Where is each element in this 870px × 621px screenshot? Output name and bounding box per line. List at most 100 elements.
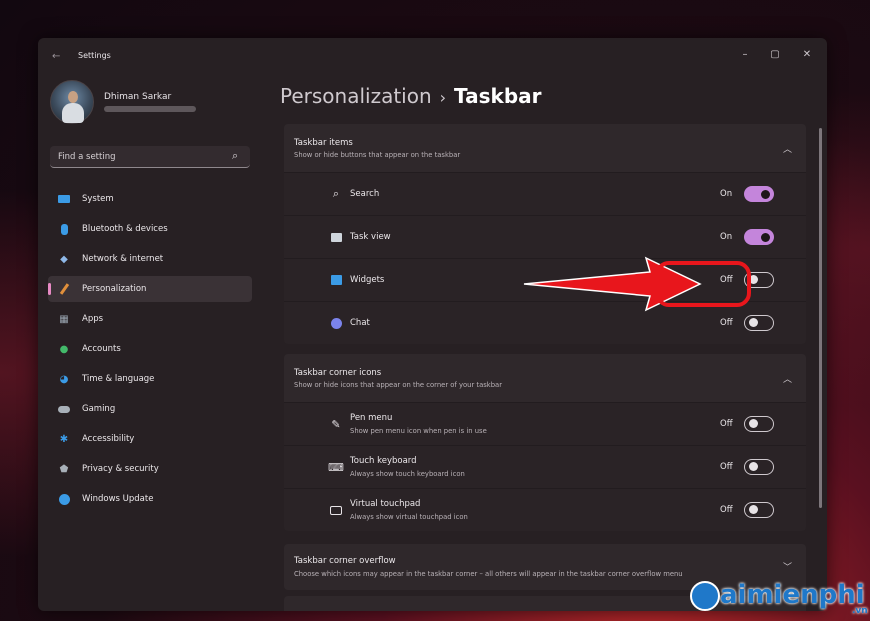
highlight-ring [655, 261, 751, 307]
toggle-knob [749, 318, 758, 327]
setting-row-virtual-touchpad: Virtual touchpad Always show virtual tou… [284, 488, 806, 531]
chevron-up-icon[interactable]: ︿ [783, 142, 792, 155]
row-label: Search [350, 189, 380, 199]
toggle-state: Off [720, 462, 733, 472]
row-description: Show pen menu icon when pen is in use [350, 427, 487, 435]
toggle-knob [761, 189, 770, 199]
wifi-icon: ◆ [60, 253, 68, 265]
row-label: Touch keyboard [350, 456, 417, 466]
sidebar-item-system[interactable]: System [48, 186, 252, 212]
setting-row-touch-keyboard: ⌨ Touch keyboard Always show touch keybo… [284, 445, 806, 488]
section-subtitle: Show or hide buttons that appear on the … [294, 151, 461, 159]
watermark: aimienphi .vn [690, 580, 868, 616]
sidebar-item-privacy[interactable]: ⬟ Privacy & security [48, 456, 252, 482]
search-input[interactable]: Find a setting ⌕ [50, 146, 250, 168]
touchpad-icon [328, 502, 344, 518]
sidebar-item-label: System [82, 194, 114, 204]
sidebar-item-network[interactable]: ◆ Network & internet [48, 246, 252, 272]
setting-row-search: ⌕ Search On [284, 172, 806, 215]
sidebar-item-accounts[interactable]: ● Accounts [48, 336, 252, 362]
setting-row-chat: Chat Off [284, 301, 806, 344]
brush-icon [58, 283, 70, 295]
person-icon: ● [59, 343, 69, 355]
taskbar-items-section: Taskbar items Show or hide buttons that … [284, 124, 806, 344]
section-title: Taskbar corner icons [294, 368, 382, 378]
sidebar-item-label: Bluetooth & devices [82, 224, 168, 234]
sidebar-item-gaming[interactable]: Gaming [48, 396, 252, 422]
row-label: Task view [350, 232, 391, 242]
page-title: Taskbar [454, 84, 542, 108]
widgets-icon [328, 272, 344, 288]
profile-email-blurred [104, 106, 196, 112]
sidebar-nav: System Bluetooth & devices ◆ Network & i… [48, 186, 252, 516]
sidebar-item-label: Personalization [82, 284, 147, 294]
keyboard-icon: ⌨ [328, 460, 344, 474]
corner-icons-header[interactable]: Taskbar corner icons Show or hide icons … [284, 354, 806, 402]
taskbar-items-header[interactable]: Taskbar items Show or hide buttons that … [284, 124, 806, 172]
avatar-head-shape [68, 91, 78, 103]
window-title: Settings [78, 51, 111, 60]
virtual-touchpad-toggle[interactable] [744, 502, 774, 518]
accessibility-icon: ✱ [59, 433, 69, 445]
watermark-text: aimienphi [720, 580, 865, 610]
back-arrow-icon[interactable]: ← [52, 51, 60, 62]
sidebar-item-label: Privacy & security [82, 464, 159, 474]
avatar [50, 80, 94, 124]
pen-menu-toggle[interactable] [744, 416, 774, 432]
row-label: Pen menu [350, 413, 393, 423]
chevron-down-icon[interactable]: ﹀ [783, 560, 792, 573]
section-title: Taskbar items [294, 138, 353, 148]
sidebar-item-time-language[interactable]: ◕ Time & language [48, 366, 252, 392]
chat-icon [328, 315, 344, 331]
avatar-body-shape [62, 103, 84, 123]
system-icon [58, 193, 70, 205]
section-subtitle: Show or hide icons that appear on the co… [294, 381, 503, 389]
row-label: Virtual touchpad [350, 499, 421, 509]
section-subtitle: Choose which icons may appear in the tas… [294, 570, 683, 578]
chat-toggle[interactable] [744, 315, 774, 331]
toggle-knob [761, 232, 770, 242]
chevron-up-icon[interactable]: ︿ [783, 372, 792, 385]
section-title: Taskbar corner overflow [294, 556, 396, 566]
sidebar-item-label: Network & internet [82, 254, 164, 264]
toggle-knob [749, 419, 758, 428]
row-label: Chat [350, 318, 370, 328]
toggle-state: Off [720, 505, 733, 515]
row-description: Always show virtual touchpad icon [350, 513, 468, 521]
sidebar-item-apps[interactable]: ▦ Apps [48, 306, 252, 332]
search-icon: ⌕ [232, 149, 239, 162]
minimize-button[interactable]: – [732, 44, 758, 66]
sidebar-item-bluetooth[interactable]: Bluetooth & devices [48, 216, 252, 242]
sidebar-item-label: Accounts [82, 344, 121, 354]
touch-keyboard-toggle[interactable] [744, 459, 774, 475]
maximize-button[interactable]: ▢ [762, 44, 788, 66]
breadcrumb-parent[interactable]: Personalization [280, 84, 432, 108]
toggle-state: On [720, 189, 733, 199]
sidebar-item-label: Windows Update [82, 494, 154, 504]
apps-icon: ▦ [59, 313, 69, 325]
row-description: Always show touch keyboard icon [350, 470, 465, 478]
scrollbar[interactable] [819, 128, 822, 508]
sidebar-item-accessibility[interactable]: ✱ Accessibility [48, 426, 252, 452]
breadcrumb-separator: › [439, 88, 447, 107]
corner-icons-section: Taskbar corner icons Show or hide icons … [284, 354, 806, 531]
user-profile[interactable]: Dhiman Sarkar [50, 80, 270, 132]
toggle-state: On [720, 232, 733, 242]
sidebar-item-personalization[interactable]: Personalization [48, 276, 252, 302]
selected-indicator [48, 283, 51, 295]
setting-row-task-view: Task view On [284, 215, 806, 258]
toggle-knob [749, 505, 758, 514]
title-bar: ← Settings – ▢ ✕ [38, 38, 827, 74]
search-icon: ⌕ [332, 187, 340, 200]
toggle-state: Off [720, 419, 733, 429]
toggle-state: Off [720, 318, 733, 328]
bluetooth-icon [58, 223, 70, 235]
sidebar-item-windows-update[interactable]: Windows Update [48, 486, 252, 512]
sidebar-item-label: Gaming [82, 404, 116, 414]
task-view-toggle[interactable] [744, 229, 774, 245]
pen-icon: ✎ [331, 417, 341, 431]
search-toggle[interactable] [744, 186, 774, 202]
close-button[interactable]: ✕ [794, 44, 820, 66]
search-placeholder: Find a setting [58, 152, 116, 162]
task-view-icon [328, 229, 344, 245]
